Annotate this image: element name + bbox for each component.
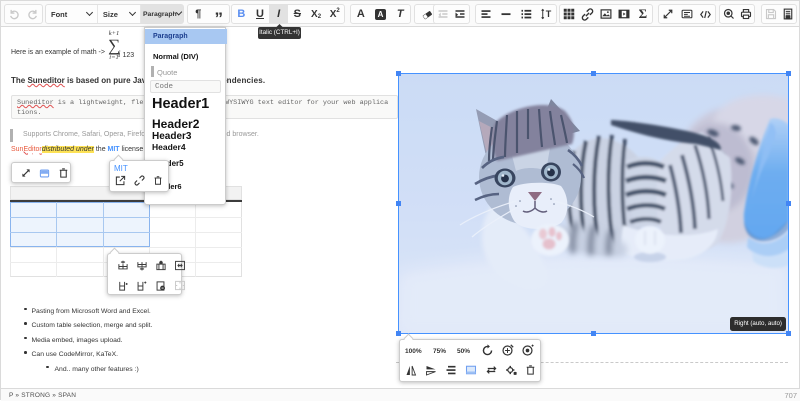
svg-text:T: T — [545, 9, 551, 19]
